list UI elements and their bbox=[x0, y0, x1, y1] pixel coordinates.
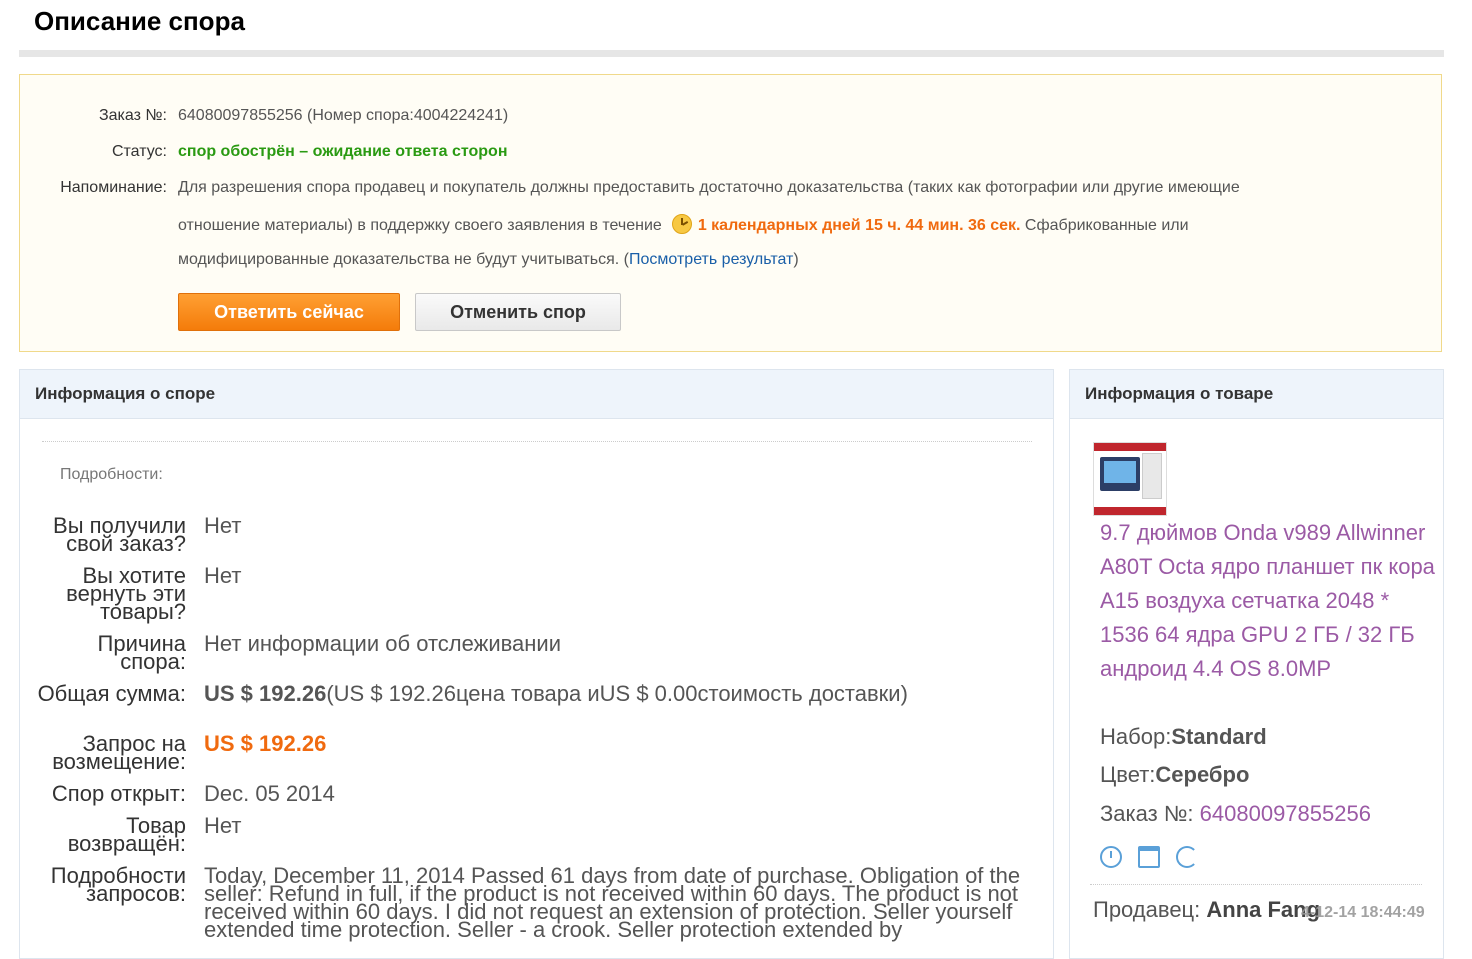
dispute-info-header: Информация о споре bbox=[20, 370, 1053, 419]
color-value: Серебро bbox=[1155, 762, 1250, 787]
detail-label: Вы получили свой заказ? bbox=[53, 513, 186, 556]
reminder-line3-end: ) bbox=[793, 251, 799, 268]
detail-value: Dec. 05 2014 bbox=[204, 781, 335, 806]
reminder-label: Напоминание: bbox=[60, 179, 167, 196]
order-label: Заказ №: bbox=[1100, 801, 1200, 826]
view-result-link[interactable]: Посмотреть результат bbox=[629, 251, 793, 268]
thumbnail-side bbox=[1142, 453, 1162, 499]
detail-label: Спор открыт: bbox=[51, 781, 186, 806]
detail-value: Нет bbox=[204, 563, 242, 588]
clock-icon bbox=[671, 214, 692, 234]
set-label: Набор: bbox=[1100, 724, 1172, 749]
color-label: Цвет: bbox=[1100, 762, 1156, 787]
product-action-icons bbox=[1100, 846, 1214, 873]
detail-label: Подробности запросов: bbox=[50, 863, 186, 906]
status-value: спор обострён – ожидание ответа сторон bbox=[178, 143, 508, 160]
status-label: Статус: bbox=[111, 143, 167, 160]
details-heading: Подробности: bbox=[60, 466, 163, 483]
detail-label: Вы хотите вернуть эти товары? bbox=[66, 563, 186, 624]
dispute-divider bbox=[42, 441, 1032, 442]
detail-label: Товар возвращён: bbox=[67, 813, 186, 856]
total-amount: US $ 192.26 bbox=[204, 681, 327, 706]
respond-now-button[interactable]: Ответить сейчас bbox=[178, 293, 400, 331]
countdown-timer: 1 календарных дней 15 ч. 44 мин. 36 сек. bbox=[697, 217, 1021, 234]
product-color: Цвет:Серебро bbox=[1100, 762, 1249, 788]
product-order: Заказ №: 64080097855256 bbox=[1100, 801, 1371, 827]
page-title: Описание спора bbox=[34, 6, 245, 36]
detail-value: Нет информации об отслеживании bbox=[204, 631, 562, 656]
reminder-text-line3: модифицированные доказательства не будут… bbox=[178, 250, 799, 270]
total-breakdown: (US $ 192.26цена товара иUS $ 0.00стоимо… bbox=[326, 681, 908, 706]
detail-label: Причина спора: bbox=[97, 631, 186, 674]
detail-label: Общая сумма: bbox=[37, 681, 186, 706]
request-details-text: Today, December 11, 2014 Passed 61 days … bbox=[204, 863, 1021, 942]
timestamp-overlay: 4-12-14 18:44:49 bbox=[1301, 904, 1425, 921]
thumbnail-bottom bbox=[1094, 507, 1166, 515]
set-value: Standard bbox=[1171, 724, 1267, 749]
title-divider bbox=[19, 50, 1444, 57]
reminder-text-line2: отношение материалы) в поддержку своего … bbox=[178, 214, 1189, 236]
product-info-header: Информация о товаре bbox=[1070, 370, 1443, 419]
refresh-icon[interactable] bbox=[1176, 846, 1198, 868]
cancel-dispute-button[interactable]: Отменить спор bbox=[415, 293, 621, 331]
order-number-link[interactable]: 64080097855256 bbox=[1200, 801, 1371, 826]
refund-amount: US $ 192.26 bbox=[204, 731, 327, 756]
product-set: Набор:Standard bbox=[1100, 724, 1267, 750]
detail-value: US $ 192.26(US $ 192.26цена товара иUS $… bbox=[204, 683, 908, 705]
seller-label: Продавец: bbox=[1093, 897, 1207, 922]
product-thumbnail[interactable] bbox=[1093, 442, 1167, 516]
detail-value: Нет bbox=[204, 813, 242, 838]
order-label: Заказ №: bbox=[98, 107, 167, 124]
reminder-pre-text: отношение материалы) в поддержку своего … bbox=[178, 217, 662, 234]
reminder-line3-text: модифицированные доказательства не будут… bbox=[178, 251, 630, 268]
product-info-panel: Информация о товаре 9.7 дюймов Onda v989… bbox=[1069, 369, 1444, 959]
thumbnail-band bbox=[1094, 443, 1166, 451]
thumbnail-screen bbox=[1104, 461, 1136, 483]
reminder-post-text: Сфабрикованные или bbox=[1020, 217, 1189, 234]
calendar-icon[interactable] bbox=[1138, 846, 1160, 868]
detail-label: Запрос на возмещение: bbox=[52, 731, 186, 774]
order-value: 64080097855256 (Номер спора:4004224241) bbox=[178, 107, 509, 124]
reminder-text-line1: Для разрешения спора продавец и покупате… bbox=[178, 179, 1240, 196]
alarm-icon[interactable] bbox=[1100, 846, 1122, 868]
dispute-notice-box: Заказ №: 64080097855256 (Номер спора:400… bbox=[19, 74, 1442, 352]
seller-info: Продавец: Anna Fang bbox=[1093, 897, 1320, 923]
detail-value: Нет bbox=[204, 513, 242, 538]
product-divider bbox=[1090, 884, 1422, 885]
product-title-link[interactable]: 9.7 дюймов Onda v989 Allwinner A80T Octa… bbox=[1100, 516, 1435, 686]
dispute-info-panel: Информация о споре Подробности: Вы получ… bbox=[19, 369, 1054, 959]
